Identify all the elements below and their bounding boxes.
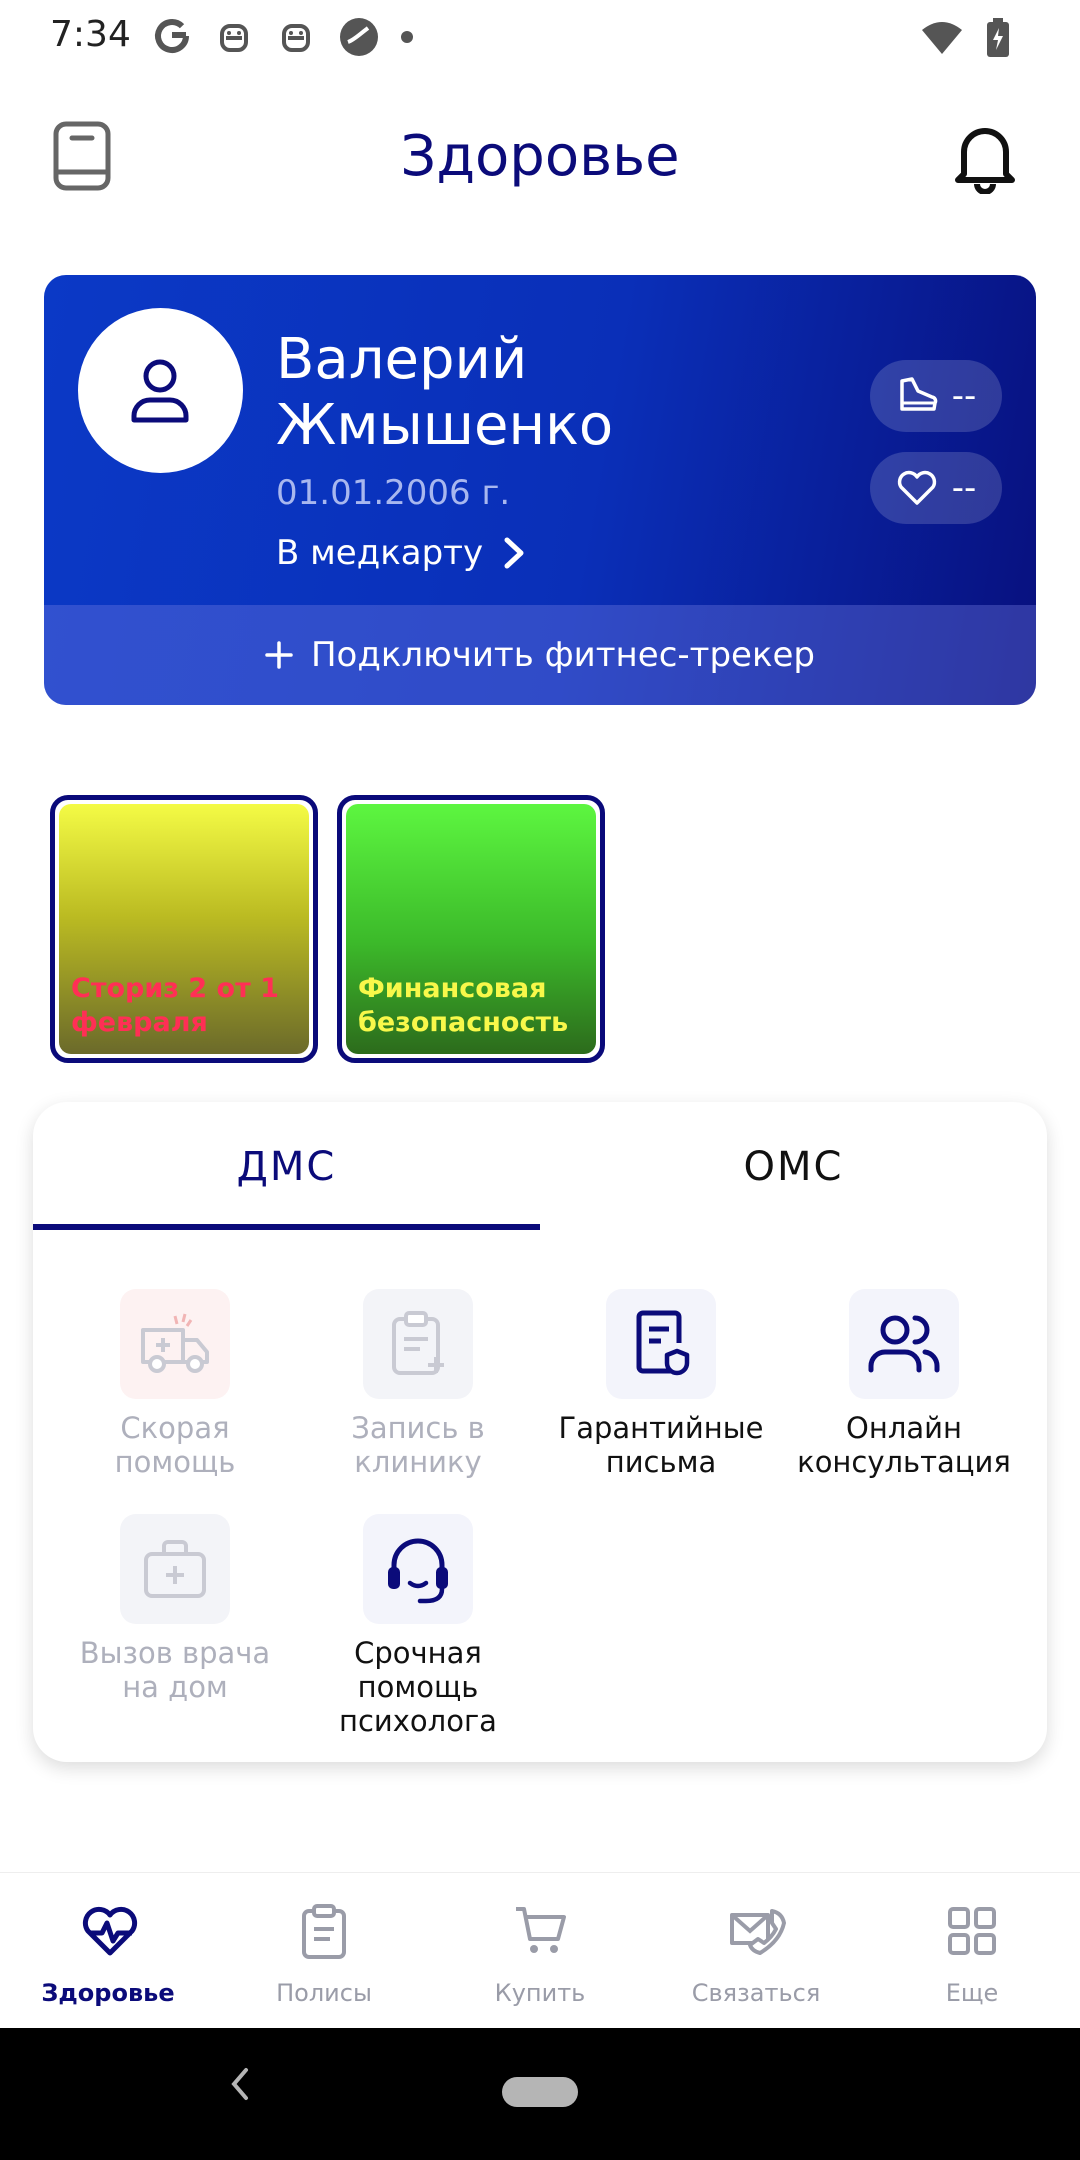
wifi-icon: [920, 20, 964, 60]
google-icon: [152, 16, 192, 56]
user-name: Валерий Жмышенко: [276, 327, 614, 458]
story-title: Финансовая безопасность: [358, 973, 569, 1038]
status-bar: 7:34: [0, 0, 1080, 80]
page-title: Здоровье: [400, 124, 680, 189]
service-ambulance[interactable]: Скорая помощь: [60, 1289, 290, 1479]
nav-label: Здоровье: [41, 1979, 175, 2007]
heart-rate-value: --: [951, 468, 977, 508]
android-icon: [276, 16, 316, 56]
notification-icons: [152, 16, 414, 56]
grid-icon: [948, 1907, 996, 1955]
story-thumbnail: Финансовая безопасность: [346, 804, 596, 1054]
service-clinic-appointment[interactable]: Запись в клинику: [303, 1289, 533, 1479]
nav-item-health[interactable]: Здоровье: [0, 1873, 216, 2029]
system-status: [920, 18, 1010, 62]
service-label: Гарантийные письма: [558, 1411, 764, 1479]
system-navigation-bar: [0, 2028, 1080, 2160]
service-doctor-home-visit[interactable]: Вызов врача на дом: [60, 1514, 290, 1704]
envelope-phone-icon: [730, 1909, 786, 1955]
connect-fitness-tracker-button[interactable]: Подключить фитнес-трекер: [44, 605, 1036, 705]
story-title: Сториз 2 от 1 февраля: [71, 973, 279, 1038]
status-time: 7:34: [50, 14, 131, 55]
service-label: Вызов врача на дом: [79, 1636, 271, 1704]
story-card[interactable]: Сториз 2 от 1 февраля: [50, 795, 318, 1063]
nav-item-more[interactable]: Еще: [864, 1873, 1080, 2029]
chevron-right-icon: [504, 537, 524, 569]
app-header: Здоровье: [0, 100, 1080, 220]
user-birthdate: 01.01.2006 г.: [276, 473, 511, 513]
user-icon: [131, 359, 189, 423]
users-icon: [849, 1289, 959, 1399]
ambulance-icon: [120, 1289, 230, 1399]
heart-pulse-icon: [82, 1906, 138, 1956]
cart-icon: [516, 1907, 566, 1953]
plus-icon: [265, 641, 293, 669]
heart-rate-pill[interactable]: --: [870, 452, 1002, 524]
dot-icon: [400, 29, 414, 43]
service-label: Онлайн консультация: [797, 1411, 1011, 1479]
steps-value: --: [951, 376, 977, 416]
heart-icon: [897, 470, 936, 505]
active-tab-indicator: [33, 1224, 540, 1230]
service-guarantee-letters[interactable]: Гарантийные письма: [546, 1289, 776, 1479]
service-online-consultation[interactable]: Онлайн консультация: [789, 1289, 1019, 1479]
browser-icon: [338, 16, 378, 56]
story-thumbnail: Сториз 2 от 1 февраля: [59, 804, 309, 1054]
back-icon[interactable]: [228, 2064, 252, 2108]
avatar: [78, 308, 243, 473]
service-label: Запись в клинику: [351, 1411, 485, 1479]
nav-item-policies[interactable]: Полисы: [216, 1873, 432, 2029]
android-icon: [214, 16, 254, 56]
steps-pill[interactable]: --: [870, 360, 1002, 432]
service-label: Скорая помощь: [114, 1411, 236, 1479]
connect-fitness-tracker-label: Подключить фитнес-трекер: [310, 635, 816, 675]
clipboard-plus-icon: [363, 1289, 473, 1399]
nav-item-contact[interactable]: Связаться: [648, 1873, 864, 2029]
clipboard-icon: [302, 1904, 346, 1959]
profile-card[interactable]: Валерий Жмышенко 01.01.2006 г. В медкарт…: [44, 275, 1036, 705]
battery-icon: [986, 18, 1010, 62]
home-pill[interactable]: [502, 2077, 578, 2107]
service-psychologist-help[interactable]: Срочная помощь психолога: [303, 1514, 533, 1738]
medcard-link-label: В медкарту: [276, 533, 484, 573]
service-label: Срочная помощь психолога: [339, 1636, 497, 1738]
insurance-tabs: ДМС ОМС: [33, 1102, 1047, 1232]
nav-label: Связаться: [691, 1979, 821, 2007]
nav-label: Еще: [945, 1979, 999, 2007]
sneaker-icon: [899, 377, 937, 411]
medcard-link[interactable]: В медкарту: [276, 533, 525, 573]
story-card[interactable]: Финансовая безопасность: [337, 795, 605, 1063]
tab-dms[interactable]: ДМС: [33, 1102, 540, 1232]
document-shield-icon: [606, 1289, 716, 1399]
bottom-navigation: Здоровье Полисы Купить Связаться Еще: [0, 1872, 1080, 2029]
tab-oms[interactable]: ОМС: [540, 1102, 1047, 1232]
nav-label: Купить: [494, 1979, 586, 2007]
medkit-icon: [120, 1514, 230, 1624]
nav-item-buy[interactable]: Купить: [432, 1873, 648, 2029]
insurance-services-card: ДМС ОМС Скорая помощь Запись в клинику Г…: [33, 1102, 1047, 1762]
headset-icon: [363, 1514, 473, 1624]
notifications-bell-icon[interactable]: [950, 120, 1020, 195]
nav-label: Полисы: [276, 1979, 372, 2007]
